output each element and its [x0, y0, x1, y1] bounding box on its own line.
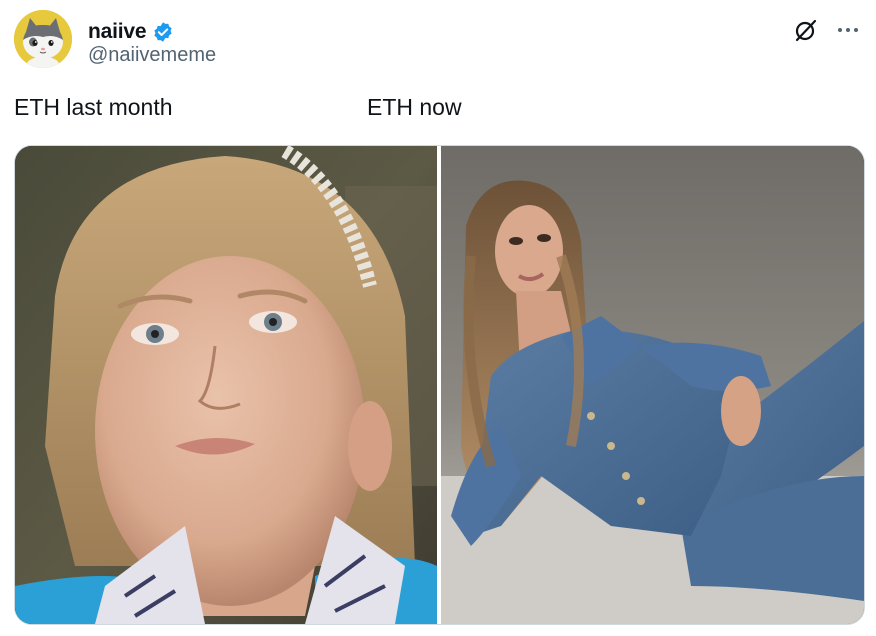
display-name[interactable]: naiive [88, 20, 147, 44]
name-row: naiive [88, 20, 174, 44]
post-text: ETH last month ETH now [14, 94, 862, 124]
photo-right[interactable] [441, 146, 864, 624]
media-grid [14, 145, 865, 625]
more-options-icon[interactable] [834, 16, 862, 44]
user-handle[interactable]: @naiivememe [88, 44, 216, 67]
photo-left[interactable] [15, 146, 437, 624]
caption-left: ETH last month [14, 94, 173, 120]
caption-right: ETH now [367, 94, 462, 120]
avatar[interactable] [14, 10, 72, 68]
cat-avatar-image [14, 10, 72, 68]
post-header: naiive @naiivememe [14, 10, 862, 70]
verified-badge-icon [152, 21, 174, 43]
grok-icon[interactable] [792, 16, 820, 44]
